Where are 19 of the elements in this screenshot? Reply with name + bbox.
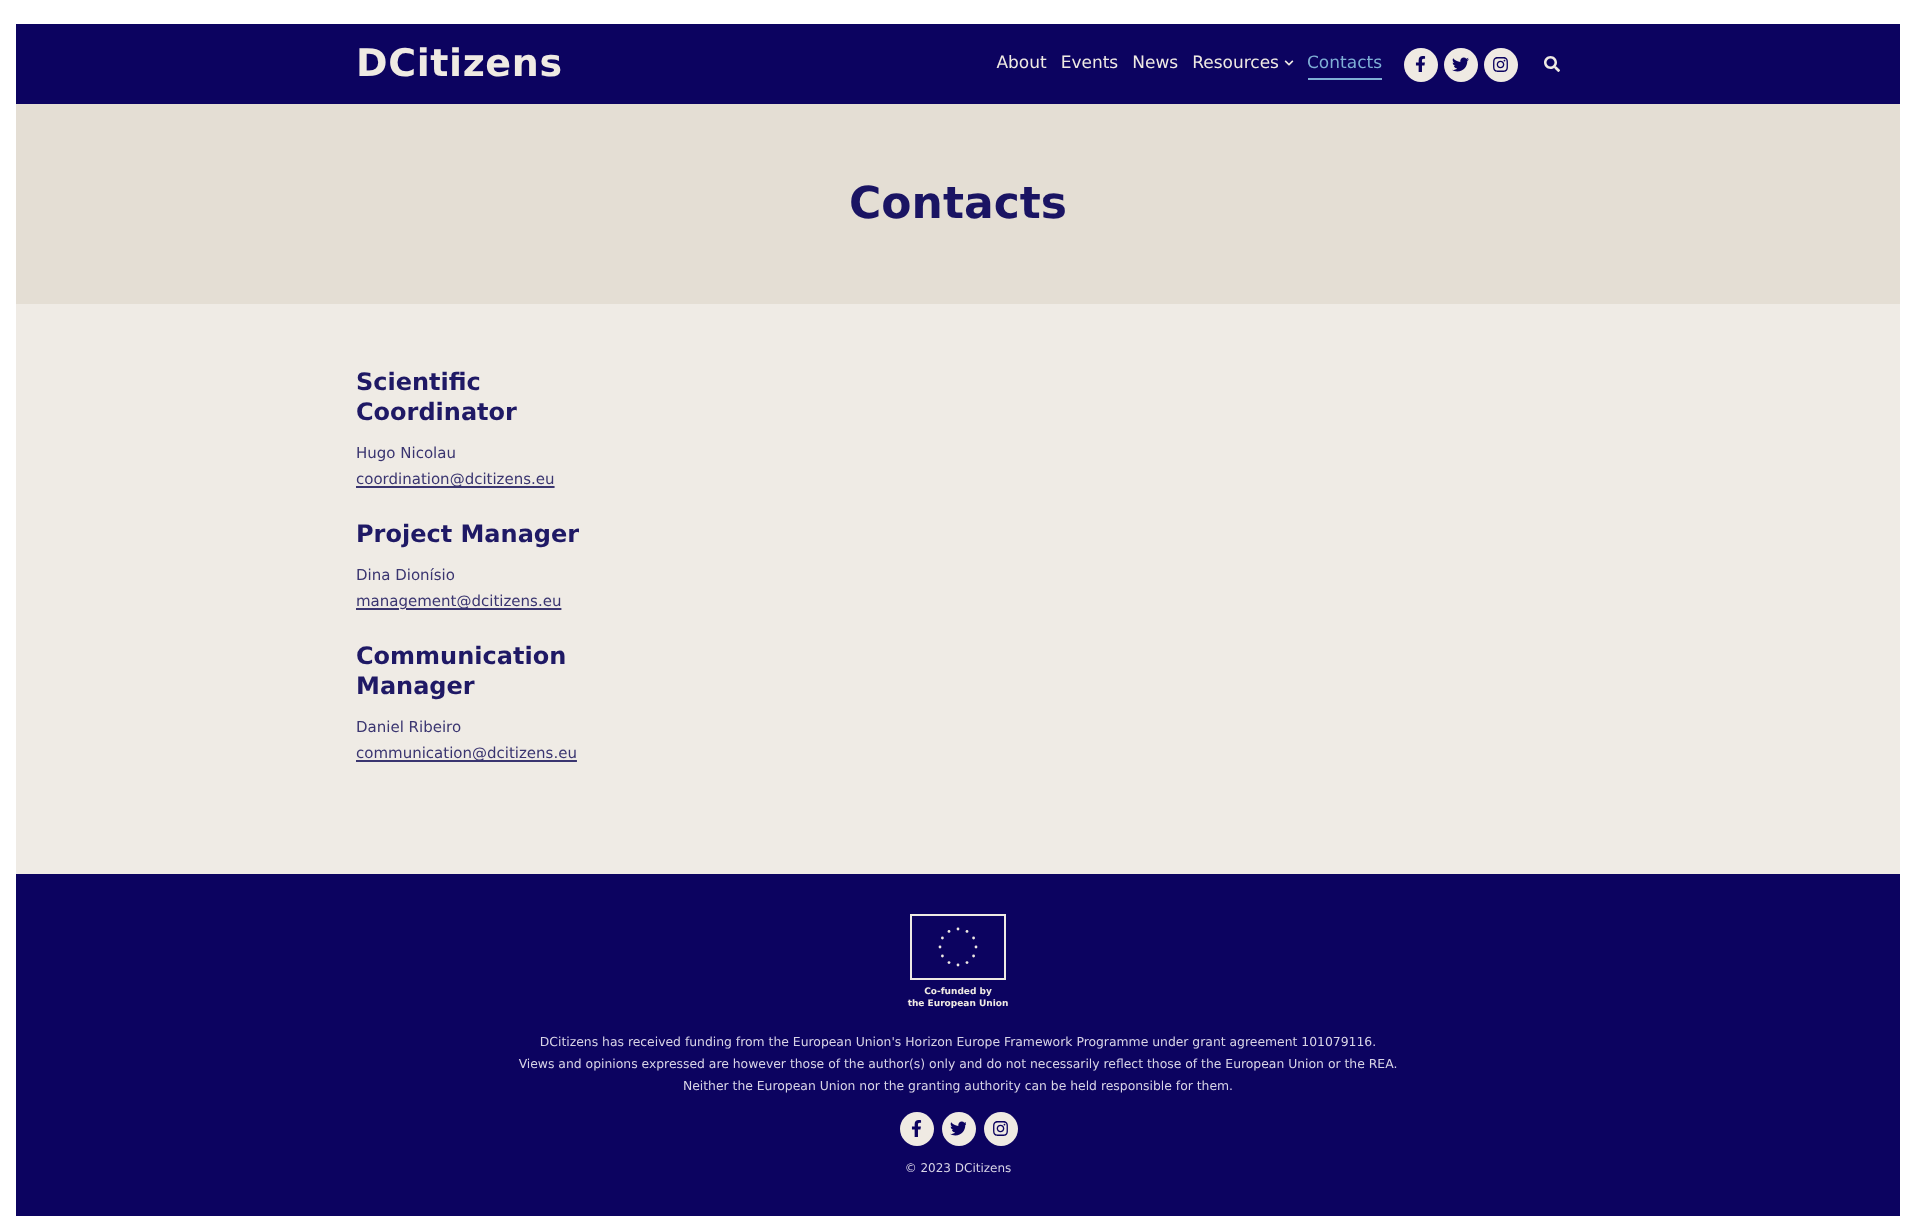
facebook-icon[interactable] (1404, 47, 1438, 81)
logo[interactable]: DCitizens (356, 42, 563, 86)
contact-role: Communication Manager (356, 642, 569, 702)
flag-icon (910, 914, 1006, 980)
nav-link[interactable]: Resources (1192, 49, 1293, 79)
nav-link[interactable]: About (996, 49, 1047, 79)
search-icon[interactable] (1544, 56, 1560, 72)
facebook-icon[interactable] (899, 1112, 933, 1146)
twitter-icon[interactable] (941, 1112, 975, 1146)
instagram-icon[interactable] (1484, 47, 1518, 81)
page-title: Contacts (849, 179, 1067, 229)
contact-role: Project Manager (356, 520, 582, 550)
nav-link[interactable]: News (1132, 49, 1179, 79)
nav-link[interactable]: Events (1060, 49, 1119, 79)
instagram-icon[interactable] (983, 1112, 1017, 1146)
twitter-icon[interactable] (1444, 47, 1478, 81)
contact-role: Scientific Coordinator (356, 368, 519, 428)
caret-icon (1283, 58, 1293, 68)
nav-link[interactable]: Contacts (1307, 49, 1382, 79)
